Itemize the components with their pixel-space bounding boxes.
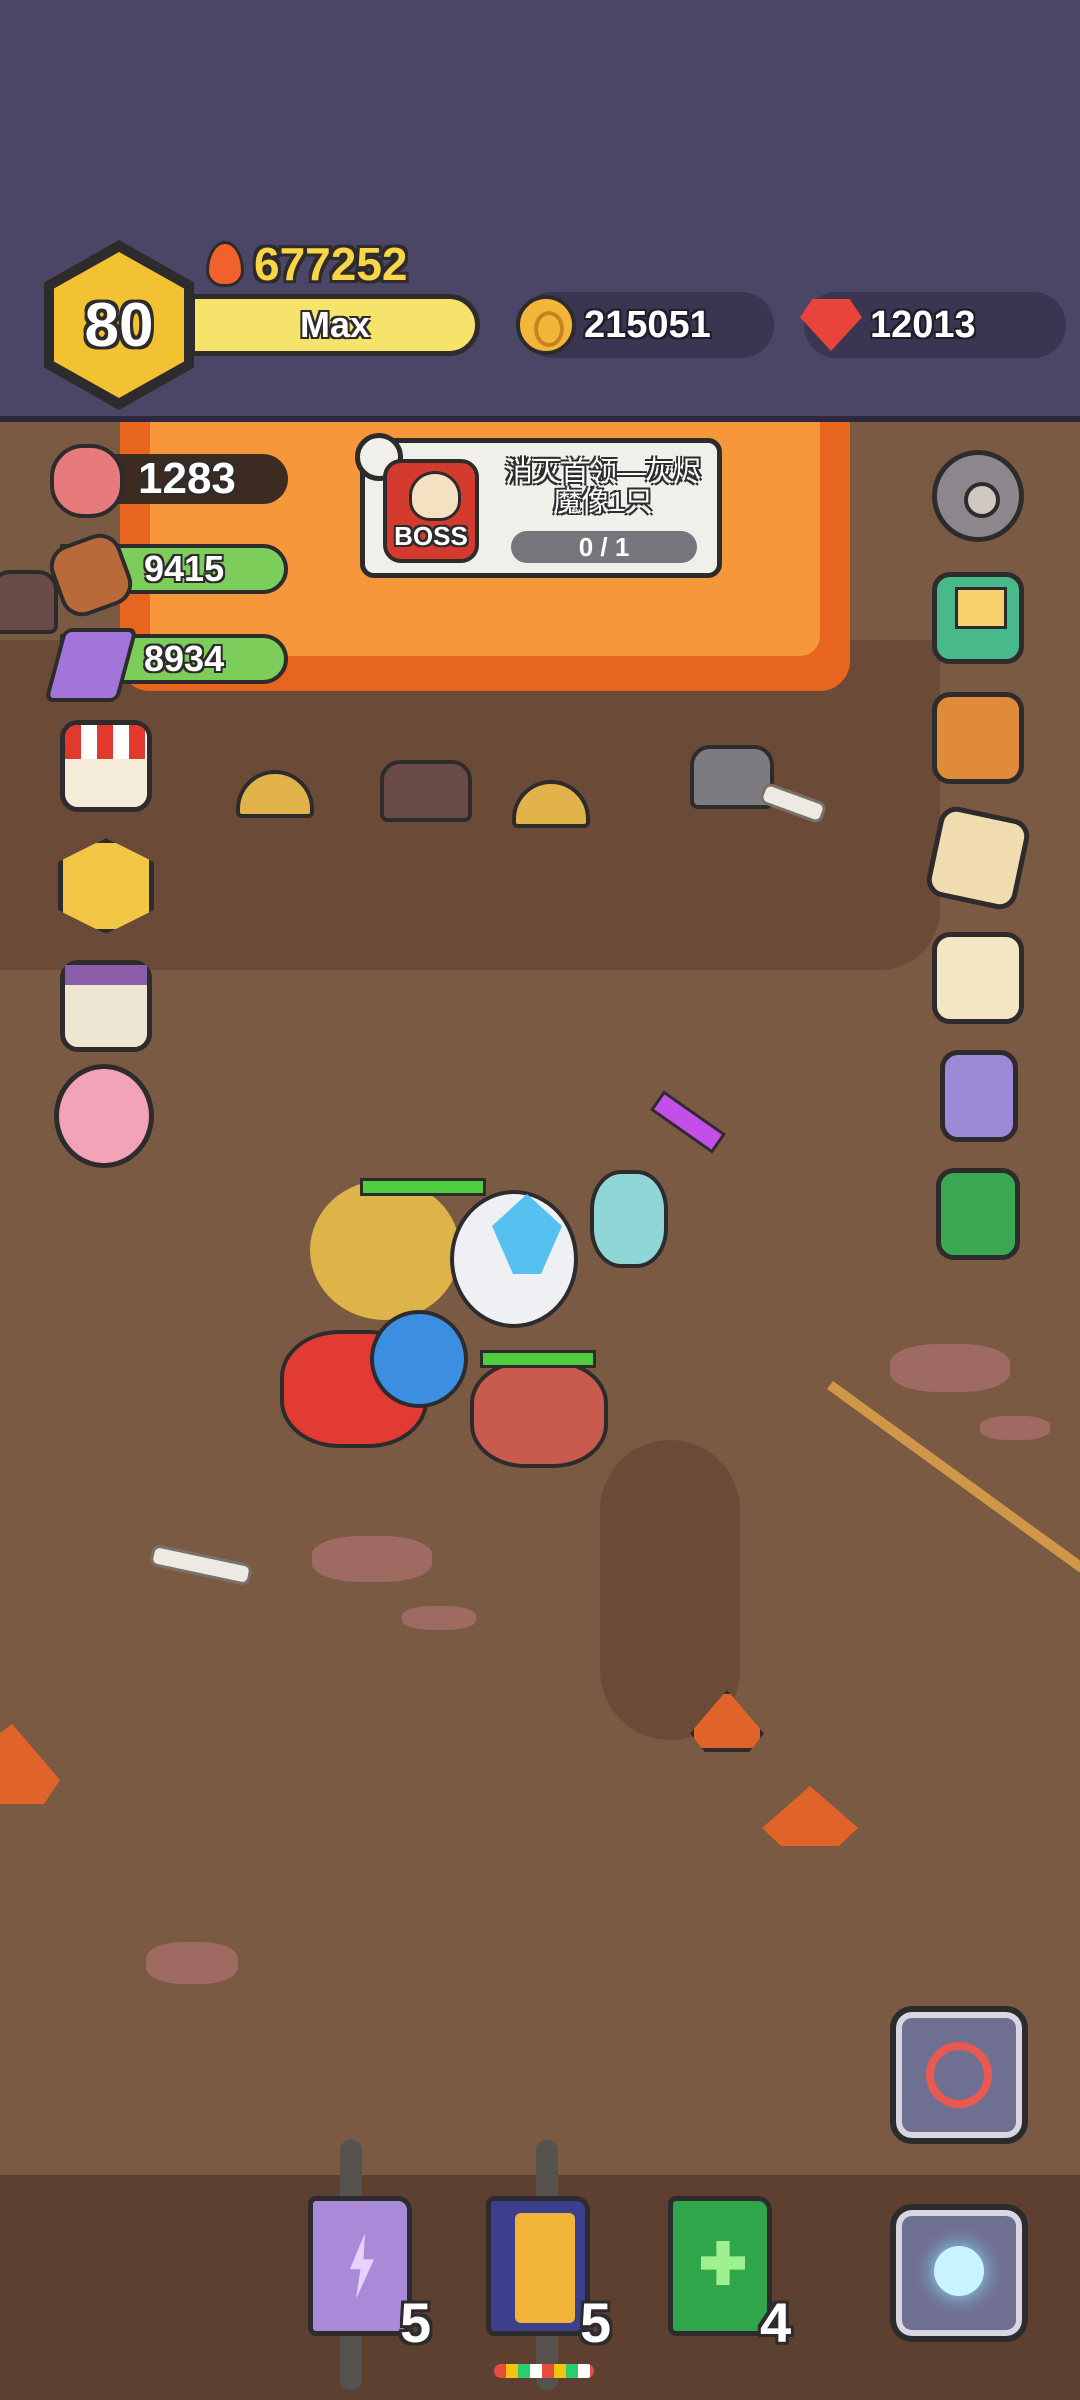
skull-icon	[409, 471, 461, 521]
skill-dots	[494, 2364, 594, 2378]
hero-squad[interactable]	[270, 1090, 727, 1470]
boss-badge: BOSS	[394, 521, 468, 551]
gem-counter[interactable]: 12013	[800, 292, 1066, 358]
boss-quest-card[interactable]: BOSS 消灭首领—灰烬魔像1只 0 / 1	[355, 433, 722, 578]
wing-icon	[515, 2213, 575, 2323]
portal-button[interactable]	[890, 2204, 1028, 2342]
ground-path	[600, 1440, 740, 1740]
ember-crystal	[0, 1724, 60, 1804]
gem-value: 12013	[870, 303, 976, 346]
health-bar	[480, 1350, 596, 1368]
tree-stump	[380, 760, 472, 822]
rock	[890, 1344, 1010, 1392]
heal-skill-book[interactable]	[668, 2196, 772, 2336]
quest-progress: 0 / 1	[511, 531, 697, 563]
purple-sword	[649, 1090, 727, 1154]
settings-gear-icon[interactable]	[932, 450, 1024, 542]
power-value: 677252	[254, 238, 408, 290]
gold-value: 215051	[584, 303, 711, 346]
letter-icon	[955, 587, 1007, 629]
lightning-icon	[350, 2233, 374, 2299]
combat-power: 677252	[206, 236, 408, 292]
tree-stump-left	[0, 570, 58, 634]
meat-resource[interactable]: 1283	[50, 444, 288, 518]
backpack-button[interactable]	[932, 692, 1024, 784]
blue-cat-hero	[370, 1310, 468, 1408]
rock	[402, 1606, 476, 1630]
bone	[148, 1543, 254, 1587]
skull-potion-button[interactable]	[940, 1050, 1018, 1142]
shop-awning-icon	[65, 725, 147, 759]
calendar-button[interactable]	[60, 960, 152, 1052]
rock	[146, 1942, 238, 1984]
wood-resource[interactable]: 9415	[43, 527, 288, 623]
auto-battle-button[interactable]	[890, 2006, 1028, 2144]
mail-envelope-button[interactable]	[932, 572, 1024, 664]
lightning-skill-book[interactable]	[308, 2196, 412, 2336]
calendar-icon	[65, 965, 147, 985]
xp-bar: Max	[190, 294, 480, 356]
plus-icon	[701, 2241, 745, 2285]
light-beam	[827, 1380, 1080, 1589]
green-book-button[interactable]	[936, 1168, 1020, 1260]
shop-button[interactable]	[60, 720, 152, 812]
treasure-map-button[interactable]	[923, 803, 1033, 913]
gold-counter[interactable]: 215051	[516, 292, 774, 358]
red-gem-icon	[800, 299, 862, 351]
pink-pet-button[interactable]	[54, 1064, 154, 1168]
lightning-skill-count: 5	[400, 2291, 432, 2354]
portal-icon	[934, 2246, 984, 2296]
rabbit-hero	[590, 1170, 668, 1268]
quest-scroll-button[interactable]	[932, 932, 1024, 1024]
heal-skill-count: 4	[760, 2291, 792, 2354]
wing-skill-count: 5	[580, 2291, 612, 2354]
rock	[312, 1536, 432, 1582]
quest-title: 消灭首领—灰烬魔像1只	[504, 456, 701, 517]
ember-crystal	[762, 1786, 858, 1846]
health-bar	[360, 1178, 486, 1196]
meat-icon	[50, 444, 124, 518]
wing-skill-book[interactable]	[486, 2196, 590, 2336]
flame-icon	[206, 241, 244, 287]
boss-icon: BOSS	[383, 459, 479, 563]
sword-cycle-icon	[926, 2042, 992, 2108]
ore-resource[interactable]: 8934	[44, 628, 288, 702]
rock	[980, 1416, 1050, 1440]
gold-coin-icon	[516, 295, 576, 355]
hero-unit	[310, 1180, 460, 1320]
snake-hero	[470, 1360, 608, 1468]
